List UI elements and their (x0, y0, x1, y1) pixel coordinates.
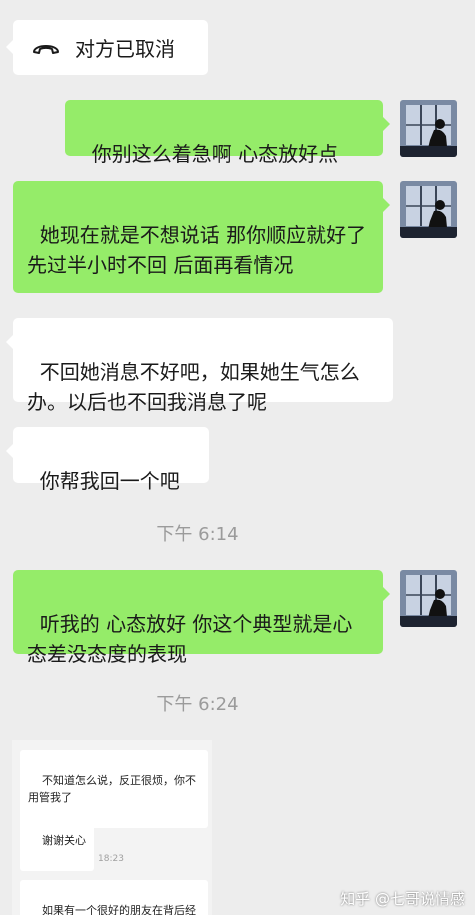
inner-message-bubble: 谢谢关心 (20, 810, 94, 871)
watermark: 知乎 @七哥说情感 (340, 890, 465, 908)
avatar-image (400, 570, 457, 627)
avatar[interactable] (400, 570, 457, 627)
timestamp: 下午 6:14 (156, 524, 239, 545)
inner-message-text: 谢谢关心 (42, 834, 86, 847)
inner-message-bubble: 如果有一个很好的朋友在背后经常说你坏话你回怎么办 (20, 880, 208, 915)
message-text: 你帮我回一个吧 (39, 469, 180, 493)
shared-screenshot-image[interactable]: 不知道怎么说，反正很烦，你不用管我了 谢谢关心 18:23 如果有一个很好的朋友… (12, 740, 212, 915)
inner-message-text: 如果有一个很好的朋友在背后经常说你坏话你回怎么办 (42, 904, 196, 915)
inner-timestamp: 18:23 (98, 854, 124, 864)
inner-message-text: 不知道怎么说，反正很烦，你不用管我了 (28, 774, 196, 804)
avatar[interactable] (400, 181, 457, 238)
timestamp: 下午 6:24 (156, 694, 239, 715)
message-text: 她现在就是不想说话 那你顺应就好了 先过半小时不回 后面再看情况 (27, 223, 373, 277)
call-cancelled-bubble[interactable]: 对方已取消 (6, 20, 208, 75)
message-text: 不回她消息不好吧，如果她生气怎么办。以后也不回我消息了呢 (27, 360, 360, 414)
avatar[interactable] (400, 100, 457, 157)
avatar-image (400, 181, 457, 238)
message-bubble-sent[interactable]: 你别这么着急啊 心态放好点 (65, 100, 390, 166)
message-bubble-received[interactable]: 不回她消息不好吧，如果她生气怎么办。以后也不回我消息了呢 (6, 318, 393, 414)
message-text: 听我的 心态放好 你这个典型就是心态差没态度的表现 (27, 612, 353, 666)
message-bubble-sent[interactable]: 她现在就是不想说话 那你顺应就好了 先过半小时不回 后面再看情况 (13, 181, 390, 293)
call-cancelled-text: 对方已取消 (75, 37, 175, 61)
avatar-image (400, 100, 457, 157)
message-text: 你别这么着急啊 心态放好点 (91, 142, 339, 166)
message-bubble-sent[interactable]: 听我的 心态放好 你这个典型就是心态差没态度的表现 (13, 570, 390, 666)
message-bubble-received[interactable]: 你帮我回一个吧 (6, 427, 209, 493)
hangup-phone-icon (33, 44, 59, 54)
